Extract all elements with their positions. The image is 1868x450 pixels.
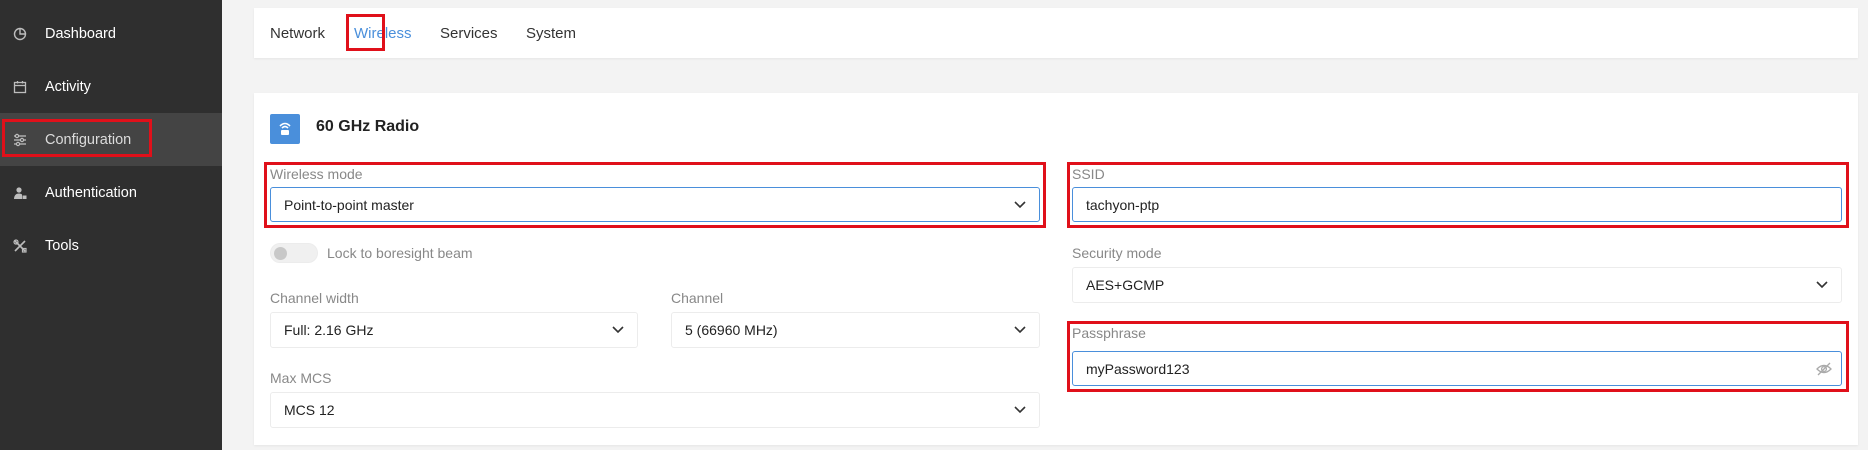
sidebar-item-label: Activity [45, 78, 91, 95]
tab-network[interactable]: Network [270, 8, 325, 58]
chevron-down-icon [1013, 198, 1027, 212]
ssid-label: SSID [1072, 166, 1105, 182]
wireless-mode-label: Wireless mode [270, 166, 363, 182]
max-mcs-value: MCS 12 [284, 402, 335, 418]
passphrase-value: myPassword123 [1086, 360, 1190, 377]
tools-icon [12, 238, 28, 254]
chevron-down-icon [1815, 278, 1829, 292]
security-mode-select[interactable]: AES+GCMP [1072, 267, 1842, 303]
eye-off-icon[interactable] [1815, 360, 1833, 378]
sidebar-item-label: Tools [45, 237, 79, 254]
tab-bar: Network Wireless Services System [254, 8, 1858, 58]
wireless-mode-select[interactable]: Point-to-point master [270, 187, 1040, 222]
lock-boresight-label: Lock to boresight beam [327, 245, 473, 261]
sliders-icon [12, 132, 28, 148]
max-mcs-select[interactable]: MCS 12 [270, 392, 1040, 428]
sidebar-item-label: Dashboard [45, 25, 116, 42]
ssid-input[interactable]: tachyon-ptp [1072, 187, 1842, 222]
toggle-knob [274, 247, 287, 260]
sidebar-item-authentication[interactable]: Authentication [0, 166, 222, 219]
sidebar-item-label: Authentication [45, 184, 137, 201]
user-lock-icon [12, 185, 28, 201]
channel-width-label: Channel width [270, 290, 359, 306]
radio-router-icon [270, 114, 300, 144]
security-mode-value: AES+GCMP [1086, 277, 1165, 293]
channel-select[interactable]: 5 (66960 MHz) [671, 312, 1040, 348]
chevron-down-icon [611, 323, 625, 337]
channel-width-select[interactable]: Full: 2.16 GHz [270, 312, 638, 348]
channel-value: 5 (66960 MHz) [685, 322, 778, 338]
lock-boresight-toggle[interactable] [270, 243, 318, 263]
chevron-down-icon [1013, 323, 1027, 337]
section-title: 60 GHz Radio [316, 118, 420, 135]
sidebar-item-configuration[interactable]: Configuration [0, 113, 222, 166]
passphrase-input[interactable]: myPassword123 [1072, 351, 1842, 386]
sidebar-item-label: Configuration [45, 131, 132, 148]
security-mode-label: Security mode [1072, 245, 1162, 261]
sidebar-item-activity[interactable]: Activity [0, 60, 222, 113]
sidebar-item-dashboard[interactable]: Dashboard [0, 7, 222, 60]
calendar-icon [12, 79, 28, 95]
sidebar-item-tools[interactable]: Tools [0, 219, 222, 272]
tab-wireless[interactable]: Wireless [354, 8, 412, 58]
max-mcs-label: Max MCS [270, 370, 332, 386]
chevron-down-icon [1013, 403, 1027, 417]
sidebar: Dashboard Activity Configuration Authent… [0, 0, 222, 450]
tab-system[interactable]: System [526, 8, 576, 58]
passphrase-label: Passphrase [1072, 325, 1146, 341]
channel-label: Channel [671, 290, 724, 306]
dashboard-pie-icon [12, 26, 28, 42]
ssid-value: tachyon-ptp [1086, 196, 1160, 213]
channel-width-value: Full: 2.16 GHz [284, 322, 374, 338]
wireless-mode-value: Point-to-point master [284, 196, 414, 213]
tab-services[interactable]: Services [440, 8, 498, 58]
